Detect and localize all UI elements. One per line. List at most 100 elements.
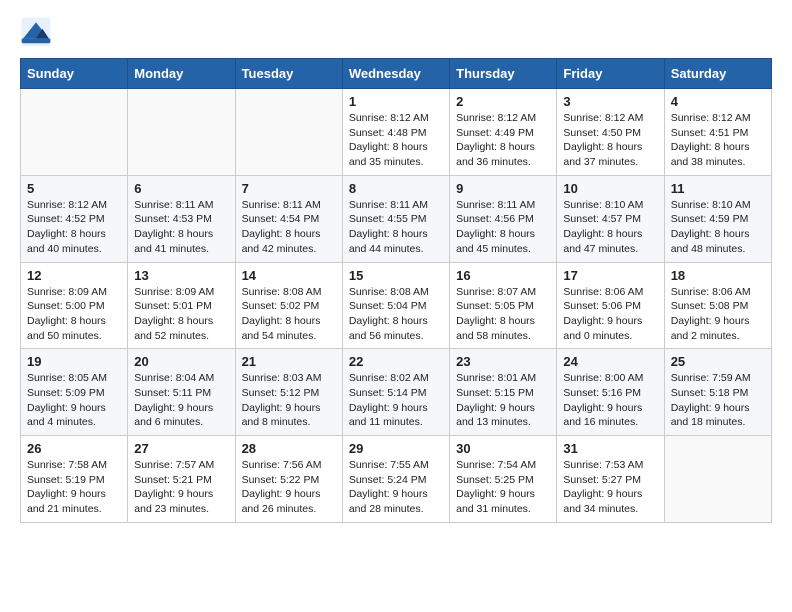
calendar-header: SundayMondayTuesdayWednesdayThursdayFrid… <box>21 59 772 89</box>
day-number: 6 <box>134 181 228 196</box>
day-info: Sunrise: 8:06 AM Sunset: 5:06 PM Dayligh… <box>563 285 657 344</box>
header-day-saturday: Saturday <box>664 59 771 89</box>
calendar-cell: 9Sunrise: 8:11 AM Sunset: 4:56 PM Daylig… <box>450 175 557 262</box>
day-number: 21 <box>242 354 336 369</box>
day-number: 15 <box>349 268 443 283</box>
day-number: 22 <box>349 354 443 369</box>
day-number: 29 <box>349 441 443 456</box>
day-number: 30 <box>456 441 550 456</box>
page: SundayMondayTuesdayWednesdayThursdayFrid… <box>0 0 792 539</box>
day-info: Sunrise: 7:55 AM Sunset: 5:24 PM Dayligh… <box>349 458 443 517</box>
calendar-body: 1Sunrise: 8:12 AM Sunset: 4:48 PM Daylig… <box>21 89 772 523</box>
week-row-1: 5Sunrise: 8:12 AM Sunset: 4:52 PM Daylig… <box>21 175 772 262</box>
calendar-cell: 26 Sunrise: 7:58 AM Sunset: 5:19 PM Dayli… <box>21 436 128 523</box>
calendar-cell: 6 Sunrise: 8:11 AM Sunset: 4:53 PM Daylig… <box>128 175 235 262</box>
calendar-cell: 8 Sunrise: 8:11 AM Sunset: 4:55 PM Daylig… <box>342 175 449 262</box>
calendar-cell <box>21 89 128 176</box>
calendar-cell: 1Sunrise: 8:12 AM Sunset: 4:48 PM Daylig… <box>342 89 449 176</box>
calendar-table: SundayMondayTuesdayWednesdayThursdayFrid… <box>20 58 772 523</box>
day-number: 4 <box>671 94 765 109</box>
day-info: Sunrise: 8:12 AM Sunset: 4:49 PM Dayligh… <box>456 111 550 170</box>
day-number: 13 <box>134 268 228 283</box>
calendar-cell <box>128 89 235 176</box>
day-info: Sunrise: 8:12 AM Sunset: 4:48 PM Dayligh… <box>349 111 443 170</box>
day-number: 25 <box>671 354 765 369</box>
day-info: Sunrise: 8:11 AM Sunset: 4:53 PM Dayligh… <box>134 198 228 257</box>
logo-icon <box>20 16 52 48</box>
day-info: Sunrise: 7:54 AM Sunset: 5:25 PM Dayligh… <box>456 458 550 517</box>
day-number: 5 <box>27 181 121 196</box>
day-number: 10 <box>563 181 657 196</box>
day-info: Sunrise: 8:10 AM Sunset: 4:57 PM Dayligh… <box>563 198 657 257</box>
day-number: 14 <box>242 268 336 283</box>
calendar-cell: 16 Sunrise: 8:07 AM Sunset: 5:05 PM Dayli… <box>450 262 557 349</box>
calendar-cell: 31 Sunrise: 7:53 AM Sunset: 5:27 PM Dayli… <box>557 436 664 523</box>
calendar-cell <box>235 89 342 176</box>
day-number: 8 <box>349 181 443 196</box>
calendar-cell: 30 Sunrise: 7:54 AM Sunset: 5:25 PM Dayli… <box>450 436 557 523</box>
week-row-0: 1Sunrise: 8:12 AM Sunset: 4:48 PM Daylig… <box>21 89 772 176</box>
calendar-cell: 2 Sunrise: 8:12 AM Sunset: 4:49 PM Daylig… <box>450 89 557 176</box>
logo <box>20 16 54 48</box>
calendar-cell: 24 Sunrise: 8:00 AM Sunset: 5:16 PM Dayli… <box>557 349 664 436</box>
day-info: Sunrise: 8:02 AM Sunset: 5:14 PM Dayligh… <box>349 371 443 430</box>
calendar-cell: 3Sunrise: 8:12 AM Sunset: 4:50 PM Daylig… <box>557 89 664 176</box>
day-info: Sunrise: 8:04 AM Sunset: 5:11 PM Dayligh… <box>134 371 228 430</box>
day-number: 16 <box>456 268 550 283</box>
header <box>20 16 772 48</box>
week-row-4: 26 Sunrise: 7:58 AM Sunset: 5:19 PM Dayli… <box>21 436 772 523</box>
day-number: 26 <box>27 441 121 456</box>
day-info: Sunrise: 7:57 AM Sunset: 5:21 PM Dayligh… <box>134 458 228 517</box>
day-info: Sunrise: 7:58 AM Sunset: 5:19 PM Dayligh… <box>27 458 121 517</box>
header-day-monday: Monday <box>128 59 235 89</box>
day-number: 20 <box>134 354 228 369</box>
day-info: Sunrise: 8:11 AM Sunset: 4:55 PM Dayligh… <box>349 198 443 257</box>
day-info: Sunrise: 8:07 AM Sunset: 5:05 PM Dayligh… <box>456 285 550 344</box>
day-info: Sunrise: 8:08 AM Sunset: 5:04 PM Dayligh… <box>349 285 443 344</box>
header-day-friday: Friday <box>557 59 664 89</box>
header-day-tuesday: Tuesday <box>235 59 342 89</box>
header-row: SundayMondayTuesdayWednesdayThursdayFrid… <box>21 59 772 89</box>
day-info: Sunrise: 8:08 AM Sunset: 5:02 PM Dayligh… <box>242 285 336 344</box>
calendar-cell: 18Sunrise: 8:06 AM Sunset: 5:08 PM Dayli… <box>664 262 771 349</box>
calendar-cell: 4Sunrise: 8:12 AM Sunset: 4:51 PM Daylig… <box>664 89 771 176</box>
calendar-cell: 20 Sunrise: 8:04 AM Sunset: 5:11 PM Dayli… <box>128 349 235 436</box>
day-info: Sunrise: 7:53 AM Sunset: 5:27 PM Dayligh… <box>563 458 657 517</box>
day-info: Sunrise: 8:01 AM Sunset: 5:15 PM Dayligh… <box>456 371 550 430</box>
calendar-cell: 5Sunrise: 8:12 AM Sunset: 4:52 PM Daylig… <box>21 175 128 262</box>
calendar-cell: 23 Sunrise: 8:01 AM Sunset: 5:15 PM Dayli… <box>450 349 557 436</box>
calendar-cell: 14 Sunrise: 8:08 AM Sunset: 5:02 PM Dayli… <box>235 262 342 349</box>
calendar-cell: 27Sunrise: 7:57 AM Sunset: 5:21 PM Dayli… <box>128 436 235 523</box>
day-number: 3 <box>563 94 657 109</box>
calendar-cell: 22 Sunrise: 8:02 AM Sunset: 5:14 PM Dayli… <box>342 349 449 436</box>
day-info: Sunrise: 8:10 AM Sunset: 4:59 PM Dayligh… <box>671 198 765 257</box>
day-number: 9 <box>456 181 550 196</box>
calendar-cell <box>664 436 771 523</box>
week-row-2: 12Sunrise: 8:09 AM Sunset: 5:00 PM Dayli… <box>21 262 772 349</box>
header-day-wednesday: Wednesday <box>342 59 449 89</box>
calendar-cell: 10 Sunrise: 8:10 AM Sunset: 4:57 PM Dayli… <box>557 175 664 262</box>
calendar-cell: 13 Sunrise: 8:09 AM Sunset: 5:01 PM Dayli… <box>128 262 235 349</box>
day-info: Sunrise: 8:11 AM Sunset: 4:54 PM Dayligh… <box>242 198 336 257</box>
header-day-sunday: Sunday <box>21 59 128 89</box>
day-info: Sunrise: 7:56 AM Sunset: 5:22 PM Dayligh… <box>242 458 336 517</box>
day-info: Sunrise: 8:03 AM Sunset: 5:12 PM Dayligh… <box>242 371 336 430</box>
day-number: 2 <box>456 94 550 109</box>
day-number: 17 <box>563 268 657 283</box>
day-info: Sunrise: 8:09 AM Sunset: 5:01 PM Dayligh… <box>134 285 228 344</box>
calendar-cell: 19Sunrise: 8:05 AM Sunset: 5:09 PM Dayli… <box>21 349 128 436</box>
calendar-cell: 17 Sunrise: 8:06 AM Sunset: 5:06 PM Dayli… <box>557 262 664 349</box>
calendar-cell: 28 Sunrise: 7:56 AM Sunset: 5:22 PM Dayli… <box>235 436 342 523</box>
calendar-cell: 7Sunrise: 8:11 AM Sunset: 4:54 PM Daylig… <box>235 175 342 262</box>
calendar-cell: 25 Sunrise: 7:59 AM Sunset: 5:18 PM Dayli… <box>664 349 771 436</box>
day-number: 11 <box>671 181 765 196</box>
day-number: 24 <box>563 354 657 369</box>
day-number: 18 <box>671 268 765 283</box>
day-number: 28 <box>242 441 336 456</box>
day-number: 23 <box>456 354 550 369</box>
day-number: 31 <box>563 441 657 456</box>
day-info: Sunrise: 8:00 AM Sunset: 5:16 PM Dayligh… <box>563 371 657 430</box>
calendar-cell: 29 Sunrise: 7:55 AM Sunset: 5:24 PM Dayli… <box>342 436 449 523</box>
day-info: Sunrise: 7:59 AM Sunset: 5:18 PM Dayligh… <box>671 371 765 430</box>
calendar-cell: 11 Sunrise: 8:10 AM Sunset: 4:59 PM Dayli… <box>664 175 771 262</box>
